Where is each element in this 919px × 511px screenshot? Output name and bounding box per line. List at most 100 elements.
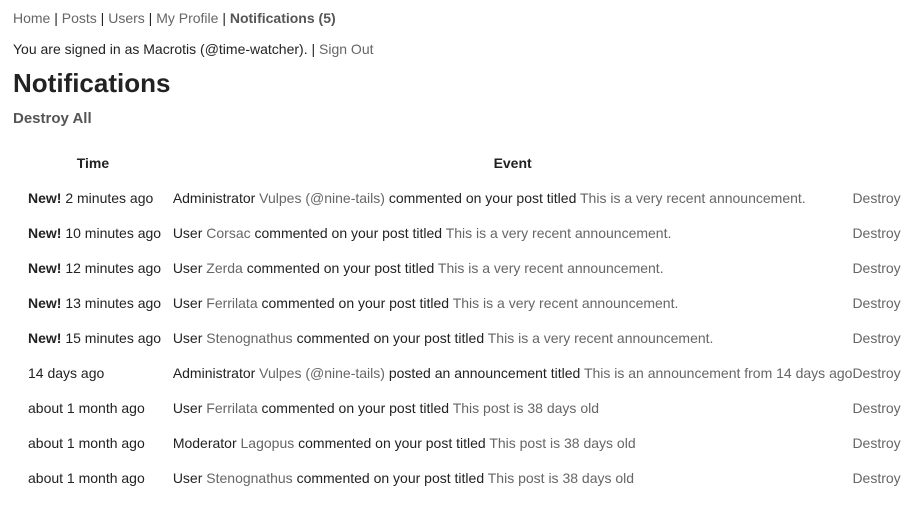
user-link[interactable]: Corsac <box>206 225 250 241</box>
user-role: User <box>172 259 203 276</box>
post-title-link[interactable]: This is an announcement from 14 days ago <box>584 365 853 381</box>
notification-event: User Zerda commented on your post titled… <box>173 250 853 285</box>
action-column-header <box>852 146 906 180</box>
time-text: about 1 month ago <box>28 434 145 451</box>
destroy-button[interactable]: Destroy <box>852 435 900 451</box>
notification-time: New! 15 minutes ago <box>13 320 173 355</box>
user-role: User <box>172 399 203 416</box>
nav-home-link[interactable]: Home <box>13 10 50 26</box>
page-title: Notifications <box>13 68 171 98</box>
destroy-button[interactable]: Destroy <box>852 400 900 416</box>
event-action-text: commented on your post titled <box>261 399 450 416</box>
notification-event: User Stenognathus commented on your post… <box>173 320 853 355</box>
user-role: User <box>172 224 203 241</box>
time-text: 14 days ago <box>28 364 105 381</box>
time-text: about 1 month ago <box>28 469 145 486</box>
user-link[interactable]: Vulpes (@nine-tails) <box>259 365 385 381</box>
nav-profile-link[interactable]: My Profile <box>156 10 218 26</box>
new-badge: New! <box>28 224 62 241</box>
user-link[interactable]: Stenognathus <box>206 330 292 346</box>
notification-time: New! 10 minutes ago <box>13 215 173 250</box>
notification-event: User Ferrilata commented on your post ti… <box>173 285 853 320</box>
signed-in-text: You are signed in as Macrotis (@time-wat… <box>13 41 320 57</box>
user-link[interactable]: Stenognathus <box>206 470 292 486</box>
event-action-text: posted an announcement titled <box>388 364 581 381</box>
user-role: Administrator <box>172 364 256 381</box>
time-text: 12 minutes ago <box>65 259 162 276</box>
destroy-button[interactable]: Destroy <box>852 295 900 311</box>
destroy-button[interactable]: Destroy <box>852 470 900 486</box>
time-text: 2 minutes ago <box>65 189 154 206</box>
user-role: User <box>172 469 203 486</box>
time-text: 15 minutes ago <box>65 329 162 346</box>
notification-actions: Destroy <box>852 460 906 495</box>
time-column-header: Time <box>76 155 110 171</box>
destroy-all-button[interactable]: Destroy All <box>13 110 92 128</box>
user-link[interactable]: Zerda <box>206 260 243 276</box>
event-column-header: Event <box>493 155 532 171</box>
post-title-link[interactable]: This post is 38 days old <box>488 470 634 486</box>
event-action-text: commented on your post titled <box>388 189 577 206</box>
nav-notifications-link[interactable]: Notifications (5) <box>230 10 336 26</box>
table-row: New! 12 minutes ago User Zerda commented … <box>13 250 906 285</box>
post-title-link[interactable]: This post is 38 days old <box>453 400 599 416</box>
table-row: New! 2 minutes ago Administrator Vulpes (… <box>13 180 906 215</box>
destroy-button[interactable]: Destroy <box>852 330 900 346</box>
post-title-link[interactable]: This is a very recent announcement. <box>580 190 806 206</box>
notification-actions: Destroy <box>852 390 906 425</box>
notifications-table: Time Event New! 2 minutes ago Administrat… <box>13 146 906 495</box>
post-title-link[interactable]: This is a very recent announcement. <box>446 225 672 241</box>
post-title-link[interactable]: This is a very recent announcement. <box>488 330 714 346</box>
notification-event: User Corsac commented on your post title… <box>173 215 853 250</box>
table-row: 14 days ago Administrator Vulpes (@nine-t… <box>13 355 906 390</box>
post-title-link[interactable]: This is a very recent announcement. <box>453 295 679 311</box>
new-badge: New! <box>28 259 62 276</box>
notification-time: about 1 month ago <box>13 390 173 425</box>
nav-posts-link[interactable]: Posts <box>62 10 97 26</box>
nav-separator: | <box>144 10 157 26</box>
user-link[interactable]: Ferrilata <box>206 295 257 311</box>
event-action-text: commented on your post titled <box>254 224 443 241</box>
post-title-link[interactable]: This is a very recent announcement. <box>438 260 664 276</box>
new-badge: New! <box>28 329 62 346</box>
destroy-button[interactable]: Destroy <box>852 225 900 241</box>
user-link[interactable]: Lagopus <box>241 435 295 451</box>
notification-time: about 1 month ago <box>13 425 173 460</box>
user-role: User <box>172 294 203 311</box>
sign-out-link[interactable]: Sign Out <box>319 41 373 57</box>
destroy-button[interactable]: Destroy <box>852 190 900 206</box>
user-link[interactable]: Ferrilata <box>206 400 257 416</box>
notification-actions: Destroy <box>852 250 906 285</box>
nav-users-link[interactable]: Users <box>108 10 145 26</box>
new-badge: New! <box>28 189 62 206</box>
time-text: 13 minutes ago <box>65 294 162 311</box>
top-navigation: Home | Posts | Users | My Profile | Noti… <box>13 10 906 26</box>
notification-time: 14 days ago <box>13 355 173 390</box>
event-action-text: commented on your post titled <box>296 329 485 346</box>
table-row: New! 13 minutes ago User Ferrilata commen… <box>13 285 906 320</box>
post-title-link[interactable]: This post is 38 days old <box>489 435 635 451</box>
user-link[interactable]: Vulpes (@nine-tails) <box>259 190 385 206</box>
table-header-row: Time Event <box>13 146 906 180</box>
user-role: User <box>172 329 203 346</box>
nav-separator: | <box>50 10 62 26</box>
event-action-text: commented on your post titled <box>261 294 450 311</box>
table-row: New! 15 minutes ago User Stenognathus com… <box>13 320 906 355</box>
destroy-button[interactable]: Destroy <box>852 260 900 276</box>
notification-actions: Destroy <box>852 320 906 355</box>
notification-actions: Destroy <box>852 180 906 215</box>
nav-separator: | <box>96 10 109 26</box>
session-status: You are signed in as Macrotis (@time-wat… <box>13 41 906 57</box>
notification-actions: Destroy <box>852 425 906 460</box>
notification-event: Administrator Vulpes (@nine-tails) poste… <box>173 355 853 390</box>
notification-event: User Stenognathus commented on your post… <box>173 460 853 495</box>
event-action-text: commented on your post titled <box>246 259 435 276</box>
notification-time: about 1 month ago <box>13 460 173 495</box>
table-row: about 1 month ago User Ferrilata commente… <box>13 390 906 425</box>
event-action-text: commented on your post titled <box>298 434 486 451</box>
table-row: about 1 month ago User Stenognathus comme… <box>13 460 906 495</box>
notification-event: Administrator Vulpes (@nine-tails) comme… <box>173 180 853 215</box>
destroy-button[interactable]: Destroy <box>852 365 900 381</box>
notification-time: New! 2 minutes ago <box>13 180 173 215</box>
table-row: New! 10 minutes ago User Corsac commented… <box>13 215 906 250</box>
